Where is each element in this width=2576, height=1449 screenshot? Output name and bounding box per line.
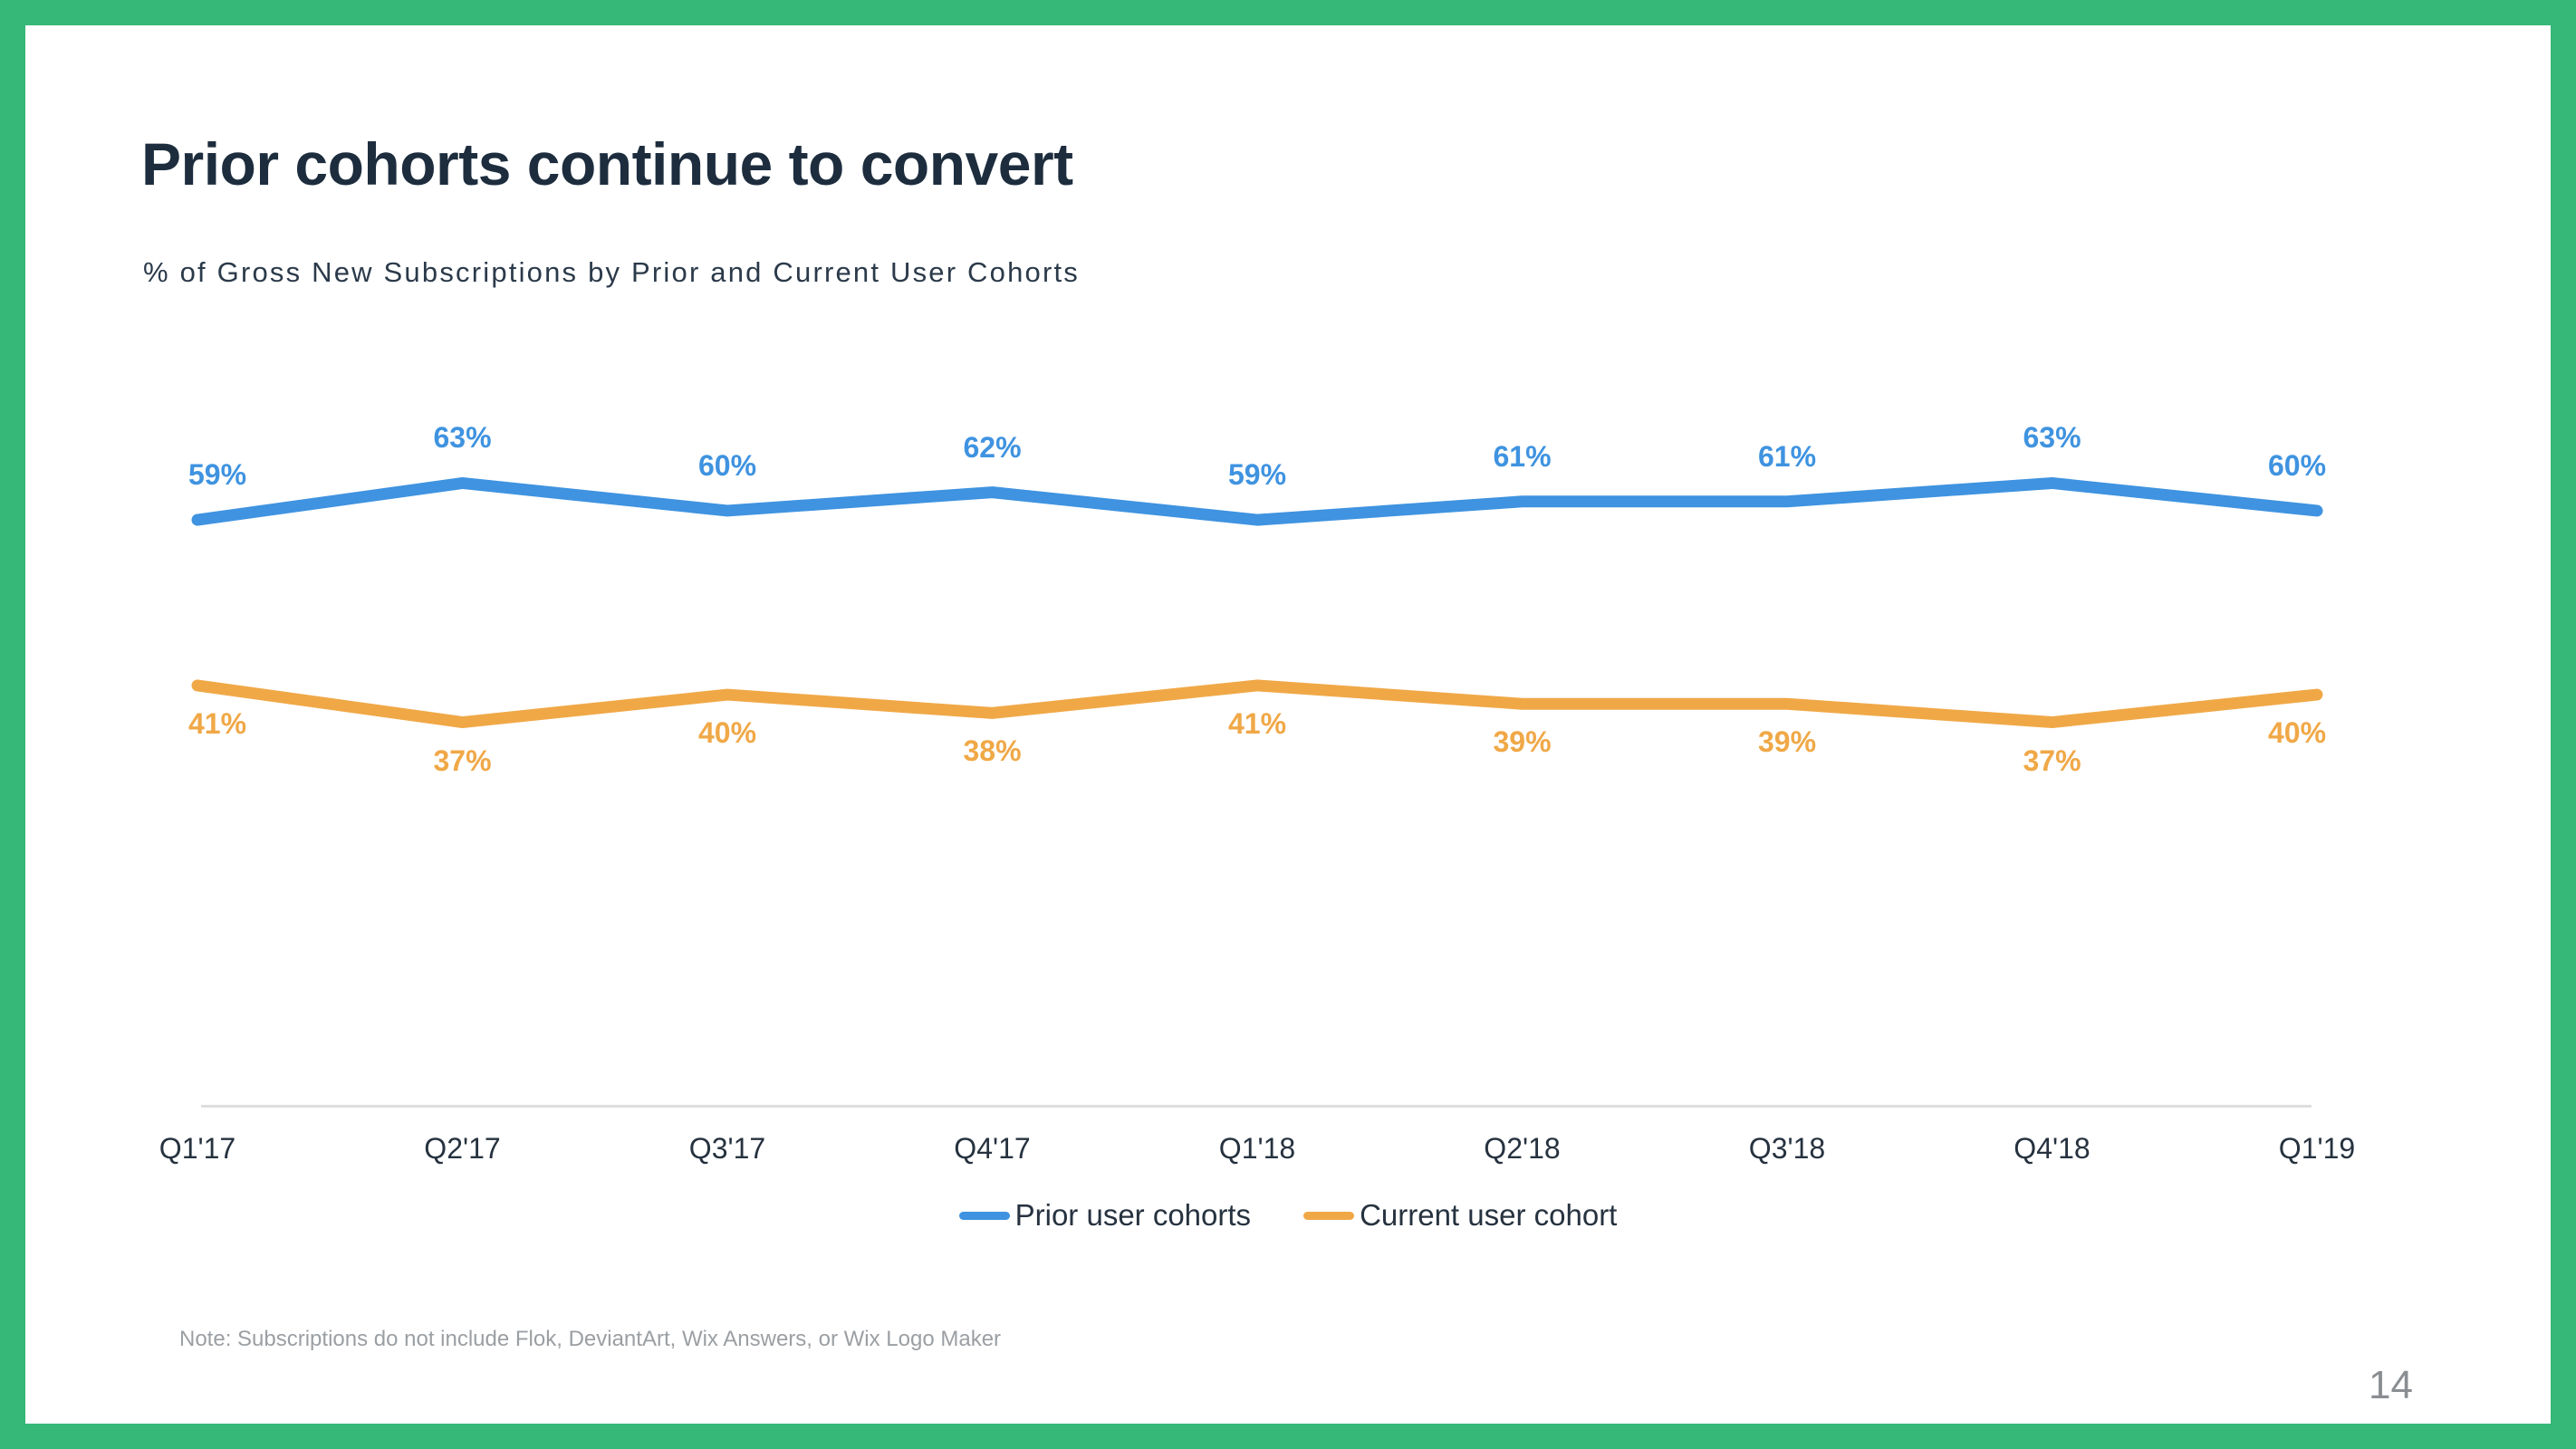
page-title: Prior cohorts continue to convert [141, 130, 1073, 197]
page-subtitle: % of Gross New Subscriptions by Prior an… [143, 256, 1081, 288]
legend-item-prior-user-cohorts[interactable]: Prior user cohorts [958, 1198, 1252, 1233]
data-label-q417-prior: 62% [963, 430, 1022, 464]
data-label-q118-current: 41% [1227, 706, 1287, 740]
chart-note: Note: Subscriptions do not include Flok,… [179, 1327, 1002, 1351]
x-axis-label-q418: Q4'18 [2014, 1132, 2091, 1165]
x-axis-label-q218: Q2'18 [1484, 1132, 1561, 1165]
data-label-q119-current: 40% [2267, 716, 2327, 750]
data-label-q418-prior: 63% [2023, 421, 2081, 455]
data-label-q117-current: 41% [187, 706, 247, 740]
legend-swatch-icon [1303, 1211, 1355, 1220]
x-axis-label-q117: Q1'17 [159, 1132, 236, 1165]
data-label-q218-prior: 61% [1493, 439, 1552, 473]
x-axis-label-q119: Q1'19 [2278, 1132, 2356, 1165]
x-axis-label-q318: Q3'18 [1748, 1132, 1826, 1165]
data-label-q119-prior: 60% [2267, 448, 2327, 482]
line-chart: 59% 63% 60% 62% 59% 61% 61% 63% 60% 41% 37% 40% 38% 4… [188, 369, 2326, 1121]
legend-item-current-user-cohort[interactable]: Current user cohort [1303, 1198, 1617, 1233]
data-label-q417-current: 38% [963, 734, 1022, 768]
page-number: 14 [2369, 1363, 2413, 1407]
x-axis-label-q317: Q3'17 [688, 1132, 766, 1165]
x-axis-label-q217: Q2'17 [424, 1132, 501, 1165]
legend-swatch-icon [958, 1211, 1010, 1220]
legend-label: Current user cohort [1360, 1198, 1618, 1232]
data-label-q117-prior: 59% [187, 458, 247, 492]
x-axis-label-q417: Q4'17 [954, 1132, 1031, 1165]
data-label-q317-current: 40% [697, 716, 757, 750]
data-label-q217-prior: 63% [433, 421, 492, 455]
data-label-q418-current: 37% [2023, 744, 2081, 777]
data-label-q217-current: 37% [433, 744, 492, 777]
slide-frame: Prior cohorts continue to convert % of G… [0, 0, 2576, 1449]
legend-label: Prior user cohorts [1014, 1198, 1252, 1232]
data-label-q318-current: 39% [1757, 725, 1817, 759]
slide-card: Prior cohorts continue to convert % of G… [25, 25, 2551, 1424]
data-label-q317-prior: 60% [697, 448, 757, 482]
data-label-q118-prior: 59% [1227, 458, 1287, 492]
x-axis-label-q118: Q1'18 [1218, 1132, 1296, 1165]
x-axis-line [201, 1105, 2312, 1108]
data-label-q318-prior: 61% [1757, 439, 1817, 473]
data-label-q218-current: 39% [1493, 725, 1552, 759]
chart-legend: Prior user cohorts Current user cohort [25, 1198, 2551, 1233]
